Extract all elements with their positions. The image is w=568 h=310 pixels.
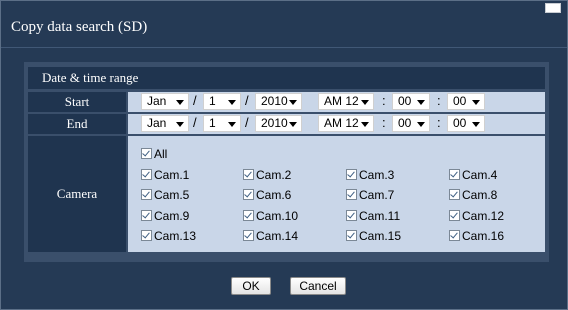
time-separator: : [382, 93, 386, 108]
checkbox-checked-icon [141, 210, 152, 221]
camera-checkbox-16[interactable]: Cam.16 [449, 229, 504, 243]
camera-checkbox-2[interactable]: Cam.2 [243, 168, 291, 182]
checkbox-checked-icon [141, 169, 152, 180]
start-day-select[interactable]: 1 [203, 93, 241, 110]
camera-checkbox-4[interactable]: Cam.4 [449, 168, 497, 182]
end-label: End [28, 114, 126, 134]
chevron-down-icon [176, 122, 184, 127]
checkbox-checked-icon [346, 230, 357, 241]
start-month-select[interactable]: Jan [141, 93, 189, 110]
checkbox-checked-icon [243, 189, 254, 200]
end-row: End Jan / 1 / 2010 AM 12 : 00 : 00 [28, 114, 545, 134]
camera-checkbox-label: Cam.5 [154, 188, 190, 202]
camera-row: Camera All Cam.1 Cam.2 Cam.3 Cam.4 Cam.5 Cam.… [28, 136, 545, 252]
checkbox-checked-icon [449, 169, 460, 180]
camera-checkbox-14[interactable]: Cam.14 [243, 229, 298, 243]
camera-checkbox-3[interactable]: Cam.3 [346, 168, 394, 182]
copy-data-search-dialog: Copy data search (SD) Date & time range … [0, 0, 568, 310]
checkbox-checked-icon [346, 210, 357, 221]
checkbox-checked-icon [243, 169, 254, 180]
camera-checkbox-label: Cam.6 [256, 188, 292, 202]
checkbox-checked-icon [141, 148, 152, 159]
camera-checkbox-9[interactable]: Cam.9 [141, 209, 189, 223]
date-separator: / [245, 115, 249, 130]
start-hour-select[interactable]: AM 12 [318, 93, 374, 110]
checkbox-checked-icon [449, 230, 460, 241]
camera-label: Camera [28, 136, 126, 252]
chevron-down-icon [361, 100, 369, 105]
camera-checkbox-6[interactable]: Cam.6 [243, 188, 291, 202]
dialog-title: Copy data search (SD) [11, 19, 148, 35]
camera-checkbox-7[interactable]: Cam.7 [346, 188, 394, 202]
end-hour-select[interactable]: AM 12 [318, 115, 374, 132]
start-minute-select[interactable]: 00 [392, 93, 430, 110]
camera-values: All Cam.1 Cam.2 Cam.3 Cam.4 Cam.5 Cam.6 Cam.7 C… [128, 136, 545, 252]
camera-checkbox-label: Cam.4 [462, 168, 498, 182]
camera-checkbox-label: Cam.9 [154, 209, 190, 223]
checkbox-checked-icon [243, 210, 254, 221]
camera-checkbox-label: Cam.15 [359, 229, 402, 243]
date-separator: / [193, 93, 197, 108]
start-year-select[interactable]: 2010 [255, 93, 302, 110]
camera-checkbox-label: Cam.7 [359, 188, 395, 202]
chevron-down-icon [176, 100, 184, 105]
start-label: Start [28, 92, 126, 112]
camera-checkbox-12[interactable]: Cam.12 [449, 209, 504, 223]
chevron-down-icon [472, 100, 480, 105]
camera-checkbox-5[interactable]: Cam.5 [141, 188, 189, 202]
camera-checkbox-label: Cam.10 [256, 209, 299, 223]
camera-checkbox-label: Cam.11 [359, 209, 401, 223]
camera-checkbox-label: Cam.1 [154, 168, 190, 182]
checkbox-checked-icon [449, 189, 460, 200]
close-icon[interactable] [545, 3, 561, 13]
camera-checkbox-15[interactable]: Cam.15 [346, 229, 401, 243]
end-values: Jan / 1 / 2010 AM 12 : 00 : 00 [128, 114, 545, 134]
camera-checkbox-label: Cam.8 [462, 188, 498, 202]
end-minute-select[interactable]: 00 [392, 115, 430, 132]
cancel-button[interactable]: Cancel [290, 277, 346, 295]
checkbox-checked-icon [141, 189, 152, 200]
chevron-down-icon [228, 122, 236, 127]
camera-checkbox-8[interactable]: Cam.8 [449, 188, 497, 202]
checkbox-checked-icon [346, 189, 357, 200]
time-separator: : [382, 115, 386, 130]
start-values: Jan / 1 / 2010 AM 12 : 00 : 00 [128, 92, 545, 112]
section-header: Date & time range [28, 67, 545, 89]
title-divider [1, 47, 567, 48]
camera-checkbox-10[interactable]: Cam.10 [243, 209, 298, 223]
end-month-select[interactable]: Jan [141, 115, 189, 132]
start-second-select[interactable]: 00 [447, 93, 485, 110]
chevron-down-icon [289, 100, 297, 105]
camera-checkbox-1[interactable]: Cam.1 [141, 168, 189, 182]
date-separator: / [245, 93, 249, 108]
checkbox-checked-icon [449, 210, 460, 221]
chevron-down-icon [472, 122, 480, 127]
camera-checkbox-label: Cam.13 [154, 229, 197, 243]
camera-checkbox-label: Cam.14 [256, 229, 299, 243]
all-checkbox[interactable]: All [141, 147, 167, 161]
ok-button[interactable]: OK [231, 277, 271, 295]
checkbox-checked-icon [346, 169, 357, 180]
start-row: Start Jan / 1 / 2010 AM 12 : 00 : 00 [28, 92, 545, 112]
checkbox-checked-icon [243, 230, 254, 241]
end-day-select[interactable]: 1 [203, 115, 241, 132]
chevron-down-icon [361, 122, 369, 127]
end-second-select[interactable]: 00 [447, 115, 485, 132]
camera-checkbox-label: Cam.12 [462, 209, 505, 223]
chevron-down-icon [289, 122, 297, 127]
chevron-down-icon [228, 100, 236, 105]
camera-checkbox-label: Cam.16 [462, 229, 505, 243]
camera-checkbox-13[interactable]: Cam.13 [141, 229, 196, 243]
date-separator: / [193, 115, 197, 130]
chevron-down-icon [417, 122, 425, 127]
end-year-select[interactable]: 2010 [255, 115, 302, 132]
checkbox-checked-icon [141, 230, 152, 241]
search-panel: Date & time range Start Jan / 1 / 2010 A… [24, 62, 549, 262]
camera-checkbox-11[interactable]: Cam.11 [346, 209, 400, 223]
camera-checkbox-label: Cam.2 [256, 168, 292, 182]
time-separator: : [437, 115, 441, 130]
time-separator: : [437, 93, 441, 108]
camera-checkbox-label: Cam.3 [359, 168, 395, 182]
chevron-down-icon [417, 100, 425, 105]
